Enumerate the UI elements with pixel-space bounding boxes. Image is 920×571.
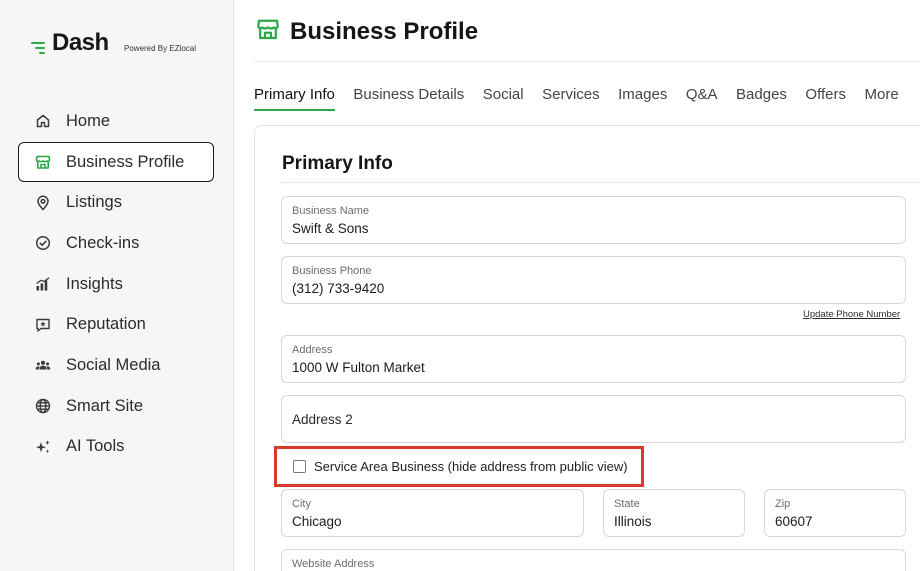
zip-field[interactable]: Zip 60607: [764, 489, 906, 537]
sidebar-item-label: Listings: [66, 193, 122, 212]
sidebar-nav: Home Business Profile Listings Check-ins…: [18, 101, 214, 467]
section-divider: [281, 182, 920, 183]
dash-logo-icon: [31, 39, 51, 55]
home-icon: [35, 113, 51, 129]
state-field[interactable]: State Illinois: [603, 489, 745, 537]
website-address-field[interactable]: Website Address: [281, 549, 906, 571]
bar-chart-icon: [35, 276, 51, 292]
sidebar-item-label: Check-ins: [66, 233, 140, 252]
sidebar-item-social-media[interactable]: Social Media: [18, 345, 214, 386]
brand-name: Dash: [52, 29, 109, 56]
service-area-checkbox-row[interactable]: Service Area Business (hide address from…: [293, 459, 628, 474]
sidebar-item-listings[interactable]: Listings: [18, 182, 214, 223]
field-placeholder: Address 2: [292, 412, 353, 427]
field-label: City: [292, 498, 311, 510]
tab-services[interactable]: Services: [542, 86, 600, 111]
sidebar-item-ai-tools[interactable]: AI Tools: [18, 427, 214, 468]
check-circle-icon: [35, 235, 51, 251]
sidebar-item-label: Reputation: [66, 315, 146, 334]
tab-qa[interactable]: Q&A: [686, 86, 718, 111]
powered-by-label: Powered By EZlocal: [124, 44, 197, 53]
tab-social[interactable]: Social: [483, 86, 524, 111]
main-content: Business Profile Primary Info Business D…: [234, 0, 920, 571]
field-label: State: [614, 498, 640, 510]
sidebar-item-label: Home: [66, 111, 111, 130]
business-phone-field[interactable]: Business Phone (312) 733-9420: [281, 256, 906, 304]
storefront-icon: [256, 17, 280, 46]
sidebar-item-label: Insights: [66, 274, 123, 293]
sidebar-item-check-ins[interactable]: Check-ins: [18, 223, 214, 264]
sparkle-icon: [35, 439, 51, 455]
field-label: Business Name: [292, 205, 370, 217]
people-icon: [35, 357, 51, 373]
profile-tabs: Primary Info Business Details Social Ser…: [254, 86, 917, 111]
field-value: 60607: [775, 514, 813, 529]
sidebar-item-home[interactable]: Home: [18, 101, 214, 142]
field-label: Zip: [775, 498, 791, 510]
tab-business-details[interactable]: Business Details: [353, 86, 464, 111]
sidebar-item-label: Business Profile: [66, 152, 185, 171]
section-title: Primary Info: [282, 153, 393, 174]
tab-more[interactable]: More: [864, 86, 898, 111]
sidebar-item-label: AI Tools: [66, 437, 125, 456]
brand-logo[interactable]: Dash: [31, 31, 109, 55]
field-label: Address: [292, 344, 333, 356]
sidebar-item-business-profile[interactable]: Business Profile: [18, 141, 214, 183]
star-message-icon: [35, 317, 51, 333]
field-value: (312) 733-9420: [292, 281, 385, 296]
tab-badges[interactable]: Badges: [736, 86, 787, 111]
address2-field[interactable]: Address 2: [281, 395, 906, 443]
primary-info-card: Primary Info Business Name Swift & Sons …: [254, 125, 920, 571]
tab-images[interactable]: Images: [618, 86, 667, 111]
field-label: Website Address: [292, 558, 375, 570]
checkbox-label: Service Area Business (hide address from…: [314, 459, 628, 474]
storefront-icon: [35, 154, 51, 170]
field-label: Business Phone: [292, 265, 372, 277]
update-phone-link[interactable]: Update Phone Number: [803, 309, 900, 320]
page-title: Business Profile: [290, 17, 479, 45]
header-divider: [254, 61, 920, 62]
sidebar: Dash Powered By EZlocal Home Business Pr…: [0, 0, 234, 571]
sidebar-item-insights[interactable]: Insights: [18, 264, 214, 305]
field-value: 1000 W Fulton Market: [292, 360, 425, 375]
sidebar-item-reputation[interactable]: Reputation: [18, 304, 214, 345]
city-field[interactable]: City Chicago: [281, 489, 584, 537]
tab-offers[interactable]: Offers: [805, 86, 846, 111]
service-area-checkbox[interactable]: [293, 460, 306, 473]
map-pin-icon: [35, 195, 51, 211]
field-value: Swift & Sons: [292, 221, 369, 236]
field-value: Illinois: [614, 514, 652, 529]
sidebar-item-label: Smart Site: [66, 396, 144, 415]
tab-primary-info[interactable]: Primary Info: [254, 86, 335, 111]
field-value: Chicago: [292, 514, 342, 529]
sidebar-item-smart-site[interactable]: Smart Site: [18, 386, 214, 427]
sidebar-item-label: Social Media: [66, 355, 161, 374]
page-header: Business Profile: [256, 17, 478, 46]
globe-icon: [35, 398, 51, 414]
business-name-field[interactable]: Business Name Swift & Sons: [281, 196, 906, 244]
address-field[interactable]: Address 1000 W Fulton Market: [281, 335, 906, 383]
